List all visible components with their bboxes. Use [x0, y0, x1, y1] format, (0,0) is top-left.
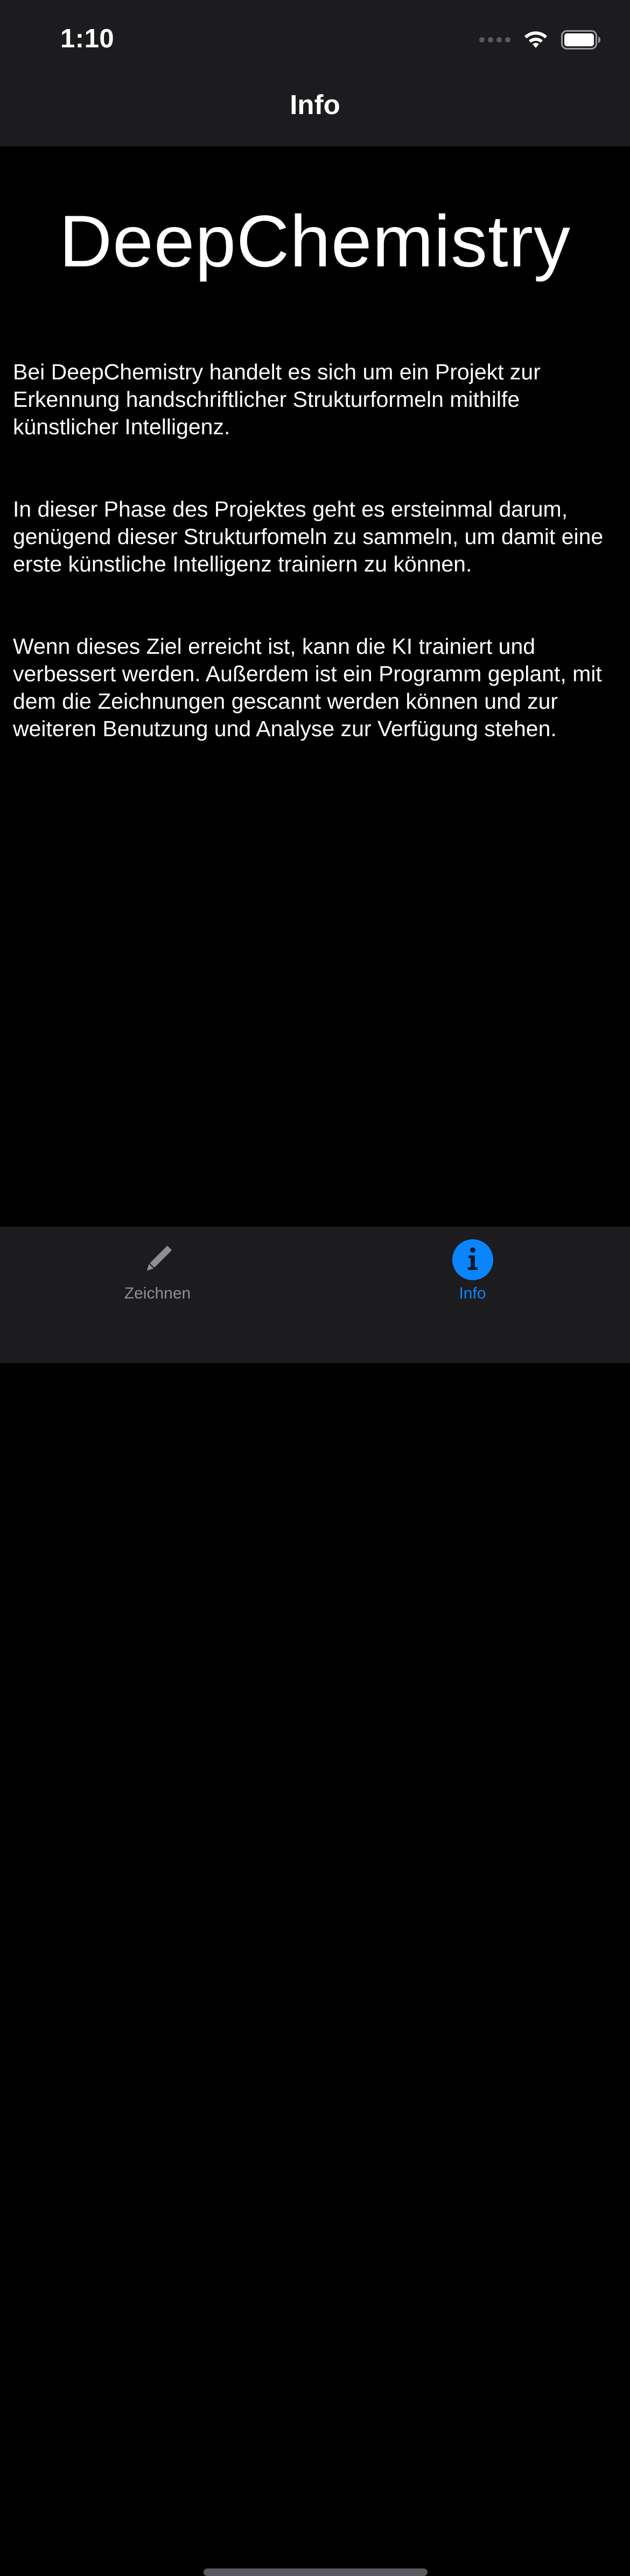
- paragraph-intro: Bei DeepChemistry handelt es sich um ein…: [13, 359, 541, 439]
- navigation-bar: Info: [0, 81, 630, 146]
- nav-title: Info: [290, 89, 340, 120]
- paragraph-phase: In dieser Phase des Projektes geht es er…: [13, 497, 604, 576]
- paragraph-goal: Wenn dieses Ziel erreicht ist, kann die …: [13, 634, 602, 741]
- status-time: 1:10: [60, 24, 115, 53]
- wifi-icon: [524, 31, 547, 48]
- pencil-icon: [136, 1238, 179, 1281]
- tab-info[interactable]: Info: [315, 1227, 630, 1319]
- app-title: DeepChemistry: [59, 200, 571, 282]
- battery-icon: [561, 30, 600, 50]
- tab-label-zeichnen: Zeichnen: [124, 1285, 191, 1302]
- signal-dots-icon: [479, 37, 510, 43]
- tab-label-info: Info: [459, 1285, 486, 1302]
- tab-zeichnen[interactable]: Zeichnen: [0, 1227, 315, 1319]
- status-icons: [479, 28, 601, 52]
- tab-bar: Zeichnen Info: [0, 1227, 630, 2576]
- info-content: DeepChemistry Bei DeepChemistry handelt …: [0, 146, 630, 1227]
- home-indicator[interactable]: [204, 2568, 428, 2576]
- info-icon: [451, 1238, 494, 1281]
- status-bar: 1:10: [0, 0, 630, 81]
